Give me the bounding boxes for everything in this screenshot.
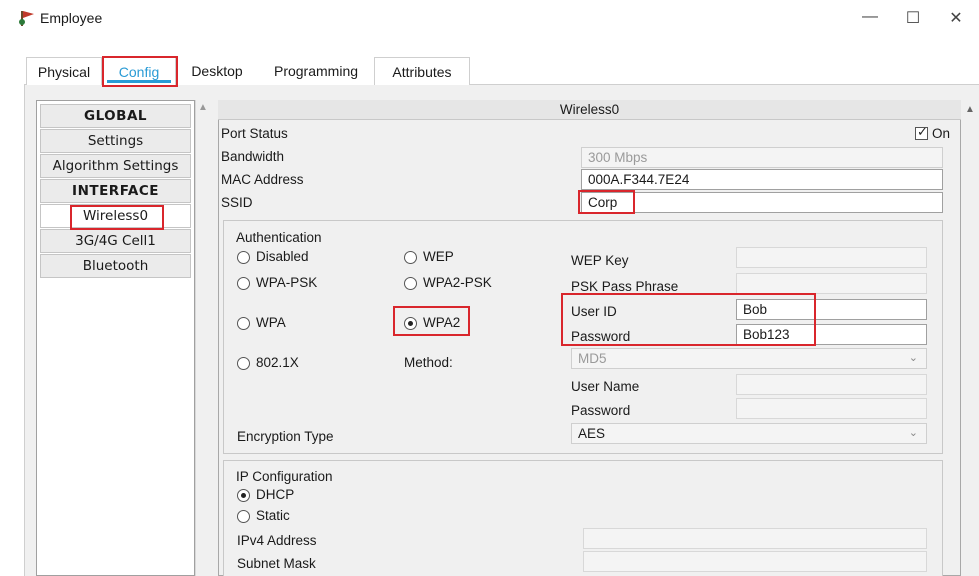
tab-config[interactable]: Config [102,57,176,85]
tab-physical[interactable]: Physical [26,57,102,85]
method-select: MD5 ⌄ [571,348,927,369]
minimize-button[interactable]: — [855,8,885,28]
sidebar-item-algorithm-settings[interactable]: Algorithm Settings [40,154,191,178]
sidebar-header-global: GLOBAL [40,104,191,128]
maximize-button[interactable]: ☐ [898,8,928,28]
encryption-type-value: AES [578,426,606,441]
radio-wpa-psk-label: WPA-PSK [256,275,318,290]
mac-address-label: MAC Address [221,172,304,187]
password-label: Password [571,329,631,344]
psk-pass-phrase-label: PSK Pass Phrase [571,279,679,294]
radio-wpa2-psk-label: WPA2-PSK [423,275,492,290]
encryption-type-label: Encryption Type [237,429,334,444]
bandwidth-label: Bandwidth [221,149,285,164]
chevron-down-icon: ⌄ [908,352,918,364]
wep-key-label: WEP Key [571,253,629,268]
user-id-field[interactable]: Bob [736,299,927,320]
sidebar-item-settings[interactable]: Settings [40,129,191,153]
tab-desktop[interactable]: Desktop [176,57,258,85]
port-status-checkbox[interactable]: ✓ [915,124,928,140]
tab-label: Attributes [392,64,452,80]
user-name-label: User Name [571,379,640,394]
sidebar-item-3g4g-cell1[interactable]: 3G/4G Cell1 [40,229,191,253]
sidebar: GLOBAL Settings Algorithm Settings INTER… [36,100,195,576]
tab-label: Physical [37,64,91,80]
scroll-up-icon[interactable]: ▲ [965,104,975,115]
tab-attributes[interactable]: Attributes [374,57,470,85]
sidebar-header-interface: INTERFACE [40,179,191,203]
close-button[interactable]: ✕ [941,8,971,28]
radio-disabled[interactable] [237,251,250,264]
ssid-field[interactable]: Corp [581,192,943,213]
chevron-down-icon: ⌄ [908,427,918,439]
radio-wpa[interactable] [237,317,250,330]
user-name-field[interactable] [736,374,927,395]
window-title: Employee [40,10,103,26]
checkmark-icon: ✓ [917,124,928,139]
radio-dhcp[interactable] [237,489,250,502]
method-select-value: MD5 [578,351,607,366]
sidebar-item-bluetooth[interactable]: Bluetooth [40,254,191,278]
user-id-label: User ID [571,304,617,319]
ssid-label: SSID [221,195,253,210]
window-titlebar: Employee — ☐ ✕ [0,0,979,36]
tab-active-indicator [107,80,171,83]
tab-label: Desktop [191,63,243,79]
radio-disabled-label: Disabled [256,249,309,264]
mac-address-field[interactable]: 000A.F344.7E24 [581,169,943,190]
encryption-type-select[interactable]: AES ⌄ [571,423,927,444]
wep-key-field[interactable] [736,247,927,268]
sidebar-item-wireless0[interactable]: Wireless0 [40,204,191,228]
subnet-mask-label: Subnet Mask [237,556,316,571]
radio-static[interactable] [237,510,250,523]
password-field[interactable]: Bob123 [736,324,927,345]
password2-field[interactable] [736,398,927,419]
subnet-mask-field[interactable] [583,551,927,572]
port-status-on-label: On [932,126,951,141]
radio-wpa2-psk[interactable] [404,277,417,290]
tab-programming[interactable]: Programming [258,57,374,85]
tab-label: Config [118,64,160,80]
ip-configuration-title: IP Configuration [236,469,333,484]
password2-label: Password [571,403,631,418]
main-scrollbar[interactable]: ▲ [961,100,979,576]
radio-wep-label: WEP [423,249,454,264]
radio-wep[interactable] [404,251,417,264]
panel-title: Wireless0 [218,100,961,120]
sidebar-scrollbar[interactable]: ▲ [195,100,210,576]
app-icon [19,11,34,26]
radio-dhcp-label: DHCP [256,487,295,502]
tab-label: Programming [273,63,359,79]
radio-wpa-psk[interactable] [237,277,250,290]
authentication-title: Authentication [236,230,322,245]
radio-static-label: Static [256,508,290,523]
radio-802-1x-label: 802.1X [256,355,299,370]
radio-wpa2[interactable] [404,317,417,330]
ipv4-address-field[interactable] [583,528,927,549]
scroll-up-icon[interactable]: ▲ [198,102,208,113]
port-status-label: Port Status [221,126,288,141]
radio-wpa2-label: WPA2 [423,315,461,330]
bandwidth-field: 300 Mbps [581,147,943,168]
ipv4-address-label: IPv4 Address [237,533,317,548]
radio-wpa-label: WPA [256,315,286,330]
radio-802-1x[interactable] [237,357,250,370]
method-label: Method: [404,355,453,370]
psk-pass-phrase-field[interactable] [736,273,927,294]
